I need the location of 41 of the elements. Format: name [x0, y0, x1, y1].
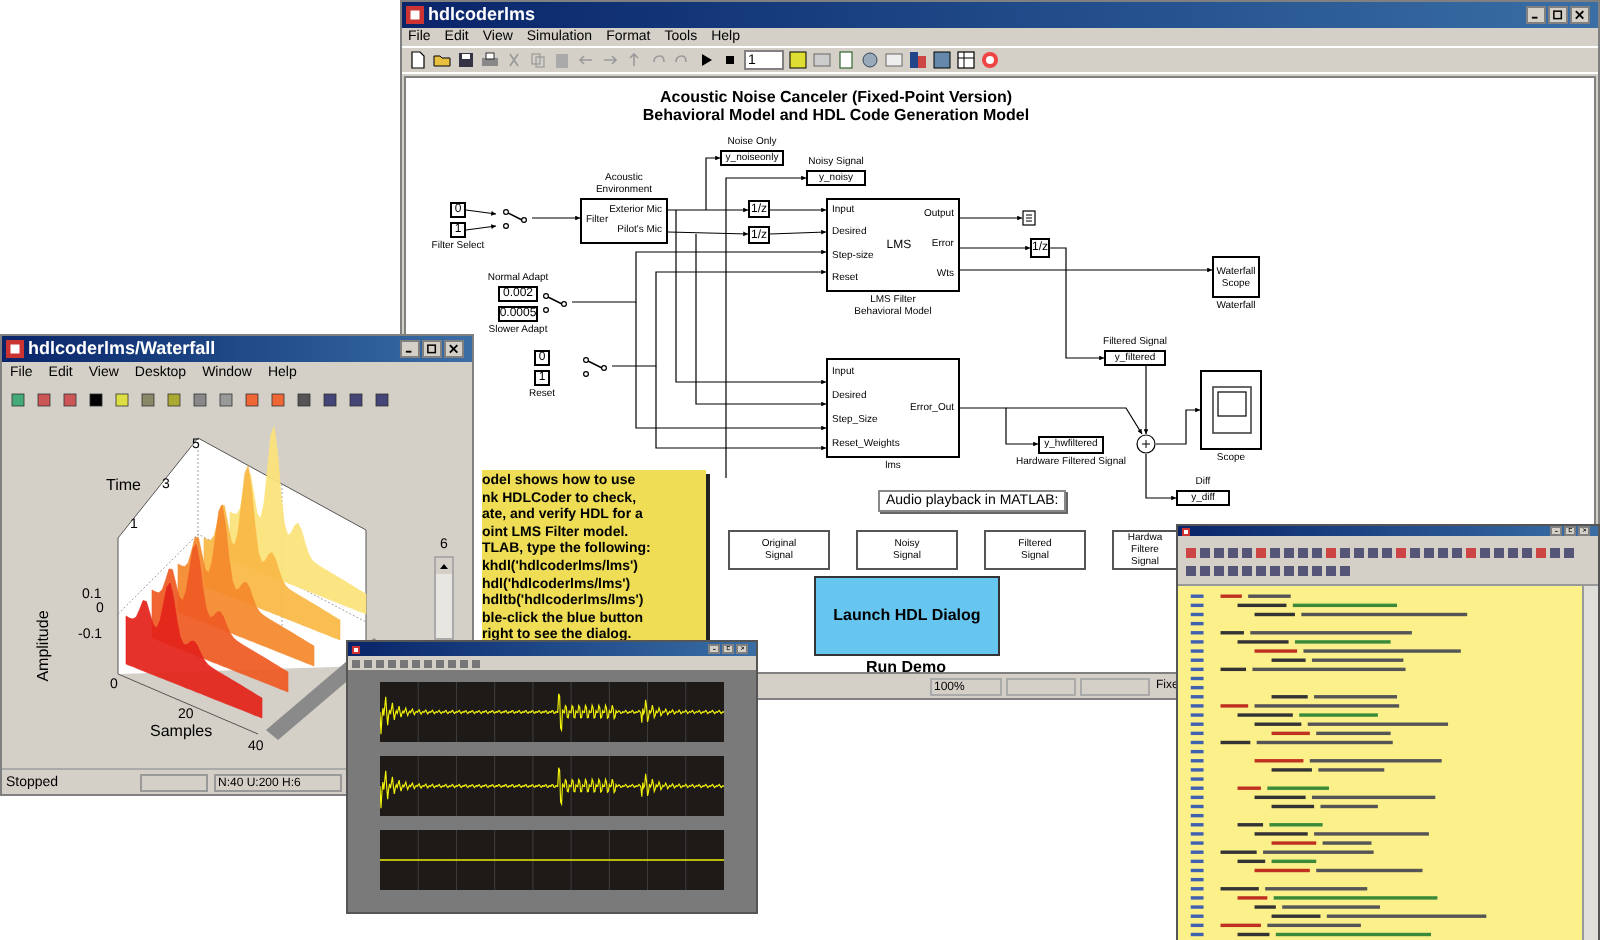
minimize-button[interactable] [400, 340, 420, 358]
play-icon[interactable] [696, 50, 716, 70]
window-title: hdlcoderlms [428, 6, 536, 24]
close-button[interactable] [444, 340, 464, 358]
launch-hdl-dialog-button[interactable]: Launch HDL Dialog [814, 576, 1000, 656]
sum-icon[interactable] [1136, 434, 1156, 454]
folder-icon[interactable] [432, 50, 452, 70]
run-demo-caption: Run Demo [866, 660, 946, 676]
status-field [140, 773, 208, 791]
maximize-button[interactable] [722, 644, 734, 654]
maximize-button[interactable] [1548, 6, 1568, 24]
scope-screen-icon [1211, 386, 1251, 434]
maximize-button[interactable] [422, 340, 442, 358]
close-button[interactable] [1570, 6, 1590, 24]
stop-icon[interactable] [720, 50, 740, 70]
window-title: hdlcoderlms/Waterfall [28, 340, 216, 358]
axis-label: Amplitude [35, 610, 52, 682]
print-icon[interactable] [480, 50, 500, 70]
app-icon [6, 340, 24, 358]
diagram-title: Behavioral Model and HDL Code Generation Model [642, 106, 1030, 124]
scrollbar[interactable] [1582, 586, 1598, 940]
up-arrow-icon[interactable] [436, 558, 452, 574]
minimize-button[interactable] [1526, 6, 1546, 24]
grid-icon[interactable] [956, 50, 976, 70]
status-field [1006, 678, 1076, 696]
scope-block[interactable] [1200, 370, 1262, 450]
app-icon [406, 6, 424, 24]
target-icon[interactable] [980, 50, 1000, 70]
terminator-icon[interactable] [1022, 210, 1036, 226]
minimize-button[interactable] [1550, 526, 1562, 536]
app-icon [352, 645, 360, 653]
status-field [1080, 678, 1150, 696]
axis-label: Samples [150, 724, 213, 740]
diagram-title: Acoustic Noise Canceler (Fixed-Point Version) [659, 88, 1013, 106]
minimize-button[interactable] [708, 644, 720, 654]
save-icon[interactable] [456, 50, 476, 70]
scrollbar[interactable] [434, 556, 454, 640]
maximize-button[interactable] [1564, 526, 1576, 536]
new-file-icon[interactable] [408, 50, 428, 70]
axis-label: Time [106, 478, 141, 494]
app-icon [1182, 527, 1190, 535]
